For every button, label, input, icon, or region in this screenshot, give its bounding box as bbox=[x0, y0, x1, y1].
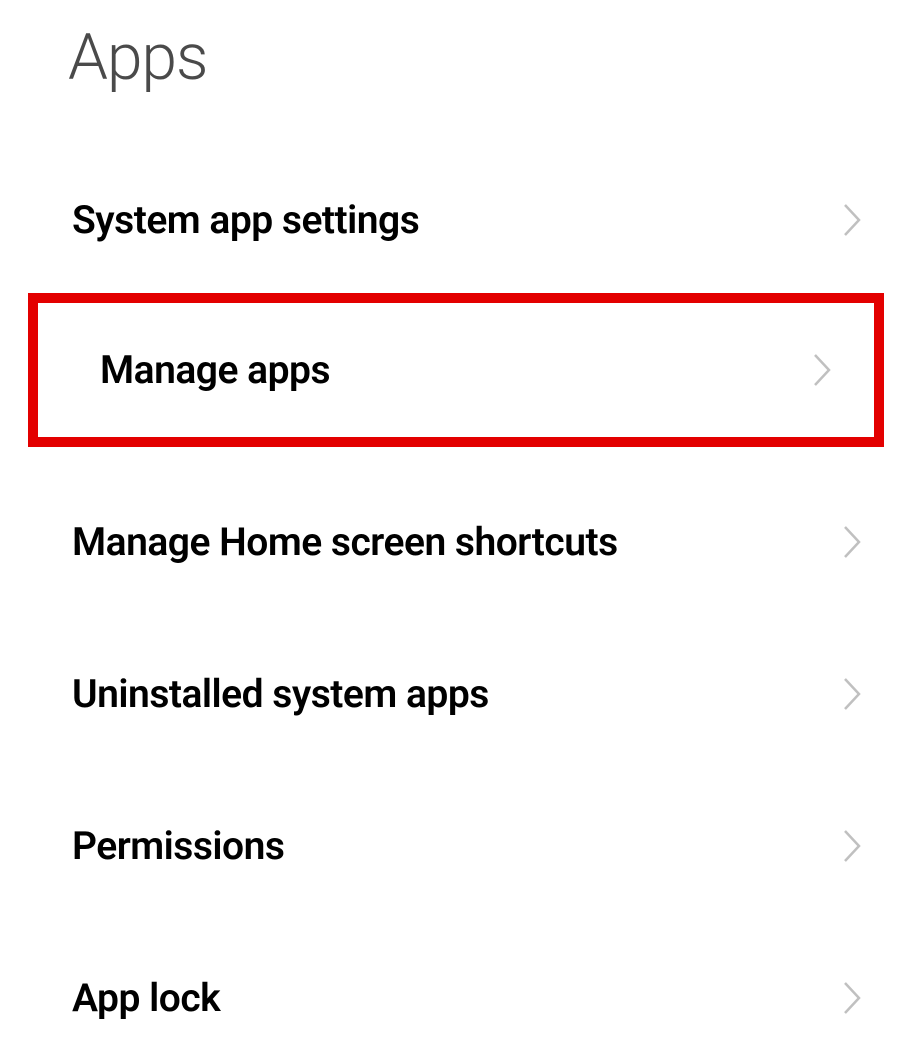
chevron-right-icon bbox=[842, 524, 862, 560]
settings-screen: Apps System app settings Manage apps Man… bbox=[0, 0, 912, 1063]
item-label: Manage Home screen shortcuts bbox=[72, 519, 618, 565]
chevron-right-icon bbox=[842, 828, 862, 864]
page-title: Apps bbox=[0, 0, 912, 155]
chevron-right-icon bbox=[842, 980, 862, 1016]
item-label: Manage apps bbox=[100, 347, 330, 393]
chevron-right-icon bbox=[812, 352, 832, 388]
settings-item-uninstalled-system-apps[interactable]: Uninstalled system apps bbox=[0, 629, 912, 759]
chevron-right-icon bbox=[842, 676, 862, 712]
item-label: Uninstalled system apps bbox=[72, 671, 489, 717]
item-label: System app settings bbox=[72, 197, 419, 243]
spacer bbox=[0, 911, 912, 933]
item-label: Permissions bbox=[72, 823, 284, 869]
settings-item-system-app-settings[interactable]: System app settings bbox=[0, 155, 912, 285]
spacer bbox=[0, 455, 912, 477]
settings-list: System app settings Manage apps Manage H… bbox=[0, 155, 912, 1063]
spacer bbox=[0, 607, 912, 629]
settings-item-manage-apps[interactable]: Manage apps bbox=[28, 293, 884, 447]
spacer bbox=[0, 759, 912, 781]
settings-item-app-lock[interactable]: App lock bbox=[0, 933, 912, 1063]
settings-item-manage-home-shortcuts[interactable]: Manage Home screen shortcuts bbox=[0, 477, 912, 607]
chevron-right-icon bbox=[842, 202, 862, 238]
settings-item-permissions[interactable]: Permissions bbox=[0, 781, 912, 911]
item-label: App lock bbox=[72, 975, 220, 1021]
